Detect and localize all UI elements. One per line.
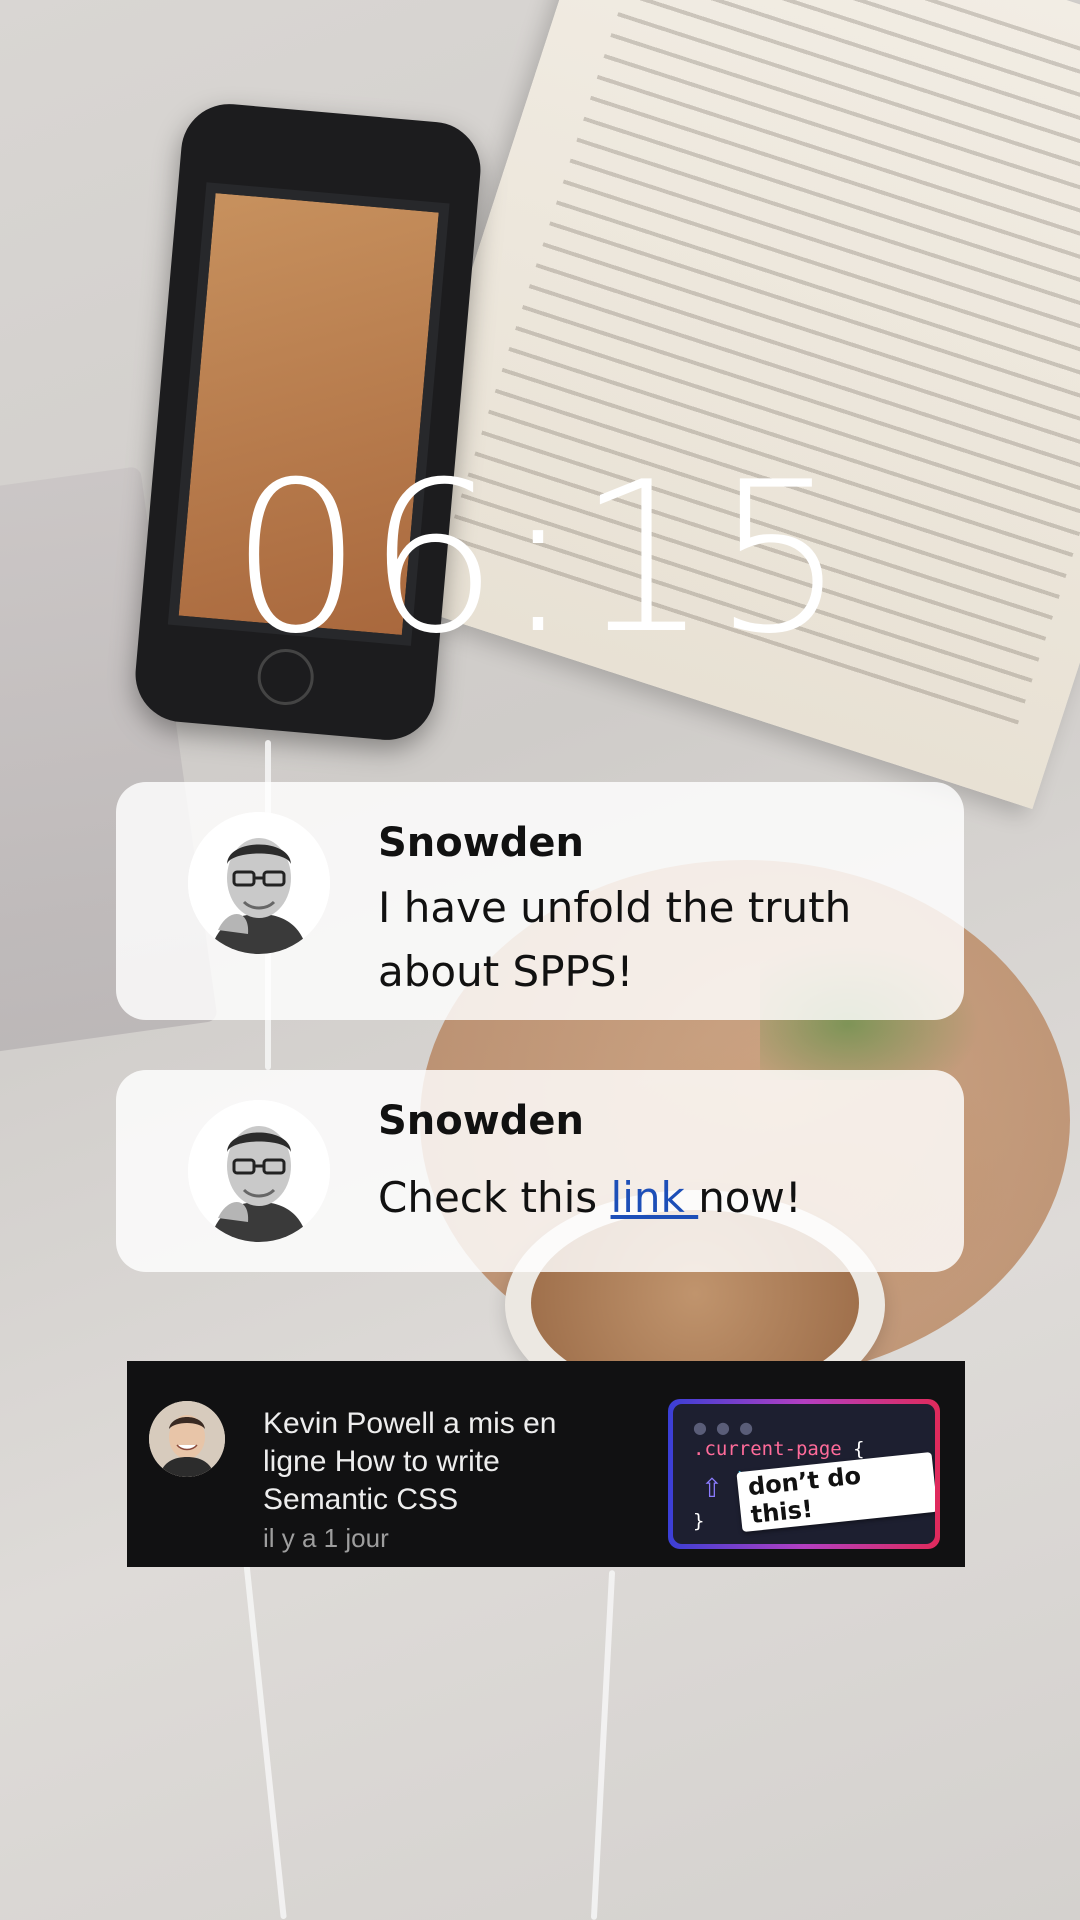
message-text: now! xyxy=(698,1173,802,1222)
wallpaper-book xyxy=(366,0,1080,810)
video-title: Kevin Powell a mis en ligne How to write… xyxy=(263,1407,557,1516)
clock-hours: 06 xyxy=(230,438,503,680)
notification-sender: Snowden xyxy=(378,1098,584,1144)
thumbnail-selector: .current-page xyxy=(693,1438,842,1460)
youtube-notification[interactable]: Kevin Powell a mis en ligne How to write… xyxy=(127,1361,965,1567)
arrow-up-icon: ⇧ xyxy=(701,1474,723,1504)
person-portrait-icon xyxy=(188,812,330,954)
person-portrait-icon xyxy=(188,1100,330,1242)
thumbnail-brace-close: } xyxy=(693,1510,705,1532)
notification-card[interactable]: Snowden I have unfold the truth about SP… xyxy=(116,782,964,1020)
window-dots-icon: ● ● ● xyxy=(693,1418,756,1437)
thumbnail-brace-open: { xyxy=(853,1438,865,1460)
wallpaper-cable xyxy=(243,1560,287,1920)
clock-minutes: 15 xyxy=(577,438,850,680)
clock-separator: : xyxy=(502,438,578,680)
message-text: Check this xyxy=(378,1173,611,1222)
wallpaper-cable xyxy=(590,1570,616,1920)
thumbnail-sticker: don’t do this! xyxy=(736,1451,935,1533)
notification-sender: Snowden xyxy=(378,820,584,866)
notification-message: I have unfold the truth about SPPS! xyxy=(378,883,852,996)
lock-screen-clock: 06:15 xyxy=(0,455,1080,663)
channel-avatar xyxy=(149,1401,225,1477)
thumbnail-code: .current-page { xyxy=(693,1438,865,1460)
notification-link[interactable]: link xyxy=(611,1173,699,1222)
video-time: il y a 1 jour xyxy=(263,1523,389,1553)
notification-message: Check this link now! xyxy=(378,1166,904,1230)
notification-card[interactable]: Snowden Check this link now! xyxy=(116,1070,964,1272)
video-thumbnail[interactable]: ● ● ● .current-page { backgr ⇧ don’t do … xyxy=(668,1399,940,1549)
